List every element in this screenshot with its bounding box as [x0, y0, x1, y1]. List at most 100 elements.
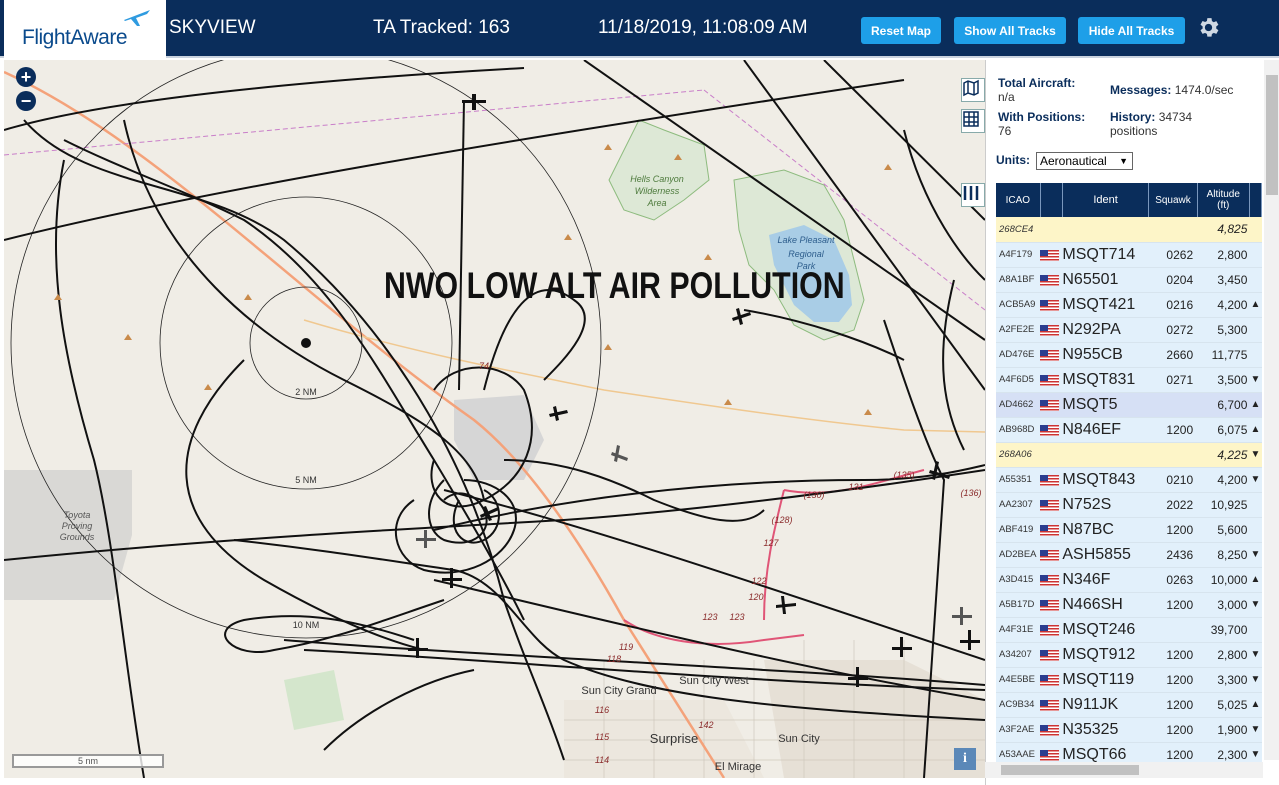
squawk-cell: [1148, 392, 1198, 418]
altitude-trend-icon: ▲: [1249, 392, 1262, 418]
grid-icon: [963, 111, 979, 127]
table-row[interactable]: 268A06 4,225 ▼: [996, 442, 1262, 468]
route-label: 114: [595, 755, 609, 765]
column-flag[interactable]: [1040, 183, 1063, 217]
aircraft-icon: [416, 530, 436, 548]
show-all-tracks-button[interactable]: Show All Tracks: [954, 17, 1066, 44]
column-ident[interactable]: Ident: [1062, 183, 1150, 217]
table-row[interactable]: A2FE2E N292PA 0272 5,300: [996, 317, 1262, 343]
table-row[interactable]: A34207 MSQT912 1200 2,800 ▼: [996, 642, 1262, 668]
us-flag-icon: [1040, 499, 1060, 511]
flag-cell: [1040, 567, 1063, 593]
altitude-cell: 10,925: [1197, 492, 1250, 518]
info-button[interactable]: i: [954, 748, 976, 770]
altitude-cell: 5,600: [1197, 517, 1250, 543]
table-row[interactable]: ABF419 N87BC 1200 5,600: [996, 517, 1262, 543]
table-row[interactable]: A4F31E MSQT246 39,700: [996, 617, 1262, 643]
altitude-trend-icon: [1249, 517, 1262, 543]
table-row[interactable]: 268CE4 4,825: [996, 217, 1262, 243]
altitude-header-label: Altitude: [1206, 189, 1240, 200]
flag-cell: [1040, 392, 1063, 418]
ident-cell: N466SH: [1062, 592, 1149, 618]
altitude-trend-icon: ▲: [1249, 692, 1262, 718]
table-row[interactable]: A8A1BF N65501 0204 3,450: [996, 267, 1262, 293]
table-row[interactable]: AB968D N846EF 1200 6,075 ▲: [996, 417, 1262, 443]
squawk-cell: 1200: [1148, 692, 1198, 718]
route-label: (136): [960, 488, 981, 498]
us-flag-icon: [1040, 674, 1060, 686]
horizontal-scrollbar[interactable]: [985, 762, 1263, 778]
altitude-trend-icon: [1249, 492, 1262, 518]
table-row[interactable]: A4F179 MSQT714 0262 2,800: [996, 242, 1262, 268]
icao-cell: A4F31E: [996, 617, 1041, 643]
altitude-cell: 3,000: [1197, 592, 1250, 618]
map-label: El Mirage: [715, 761, 761, 773]
scrollbar-thumb[interactable]: [1001, 765, 1139, 775]
icao-cell: A8A1BF: [996, 267, 1041, 293]
icao-cell: A3D415: [996, 567, 1041, 593]
aircraft-icon: [952, 607, 972, 625]
gear-icon[interactable]: [1196, 15, 1221, 40]
ident-cell: N346F: [1062, 567, 1149, 593]
us-flag-icon: [1040, 524, 1060, 536]
flag-cell: [1040, 642, 1063, 668]
column-icao[interactable]: ICAO: [996, 183, 1041, 217]
icao-cell: AC9B34: [996, 692, 1041, 718]
route-label: 142: [698, 720, 713, 730]
flag-cell: [1040, 367, 1063, 393]
messages-value: 1474.0/sec: [1174, 83, 1234, 97]
ident-cell: MSQT843: [1062, 467, 1149, 493]
map-layers-button[interactable]: [961, 78, 985, 102]
flag-cell: [1040, 592, 1063, 618]
altitude-trend-icon: [1249, 217, 1262, 243]
scrollbar-thumb[interactable]: [1266, 75, 1278, 195]
columns-toggle-button[interactable]: [961, 183, 985, 207]
aircraft-icon: [960, 630, 980, 650]
table-row[interactable]: AC9B34 N911JK 1200 5,025 ▲: [996, 692, 1262, 718]
squawk-cell: 0262: [1148, 242, 1198, 268]
ident-cell: MSQT246: [1062, 617, 1149, 643]
table-row[interactable]: AD476E N955CB 2660 11,775: [996, 342, 1262, 368]
altitude-cell: 39,700: [1197, 617, 1250, 643]
map-label: Sun City Grand: [581, 685, 656, 697]
flightaware-logo[interactable]: FlightAware: [4, 0, 166, 58]
altitude-trend-icon: [1249, 342, 1262, 368]
zoom-in-button[interactable]: +: [16, 67, 36, 87]
altitude-cell: 2,800: [1197, 242, 1250, 268]
zoom-out-button[interactable]: −: [16, 91, 36, 111]
table-row[interactable]: A4E5BE MSQT119 1200 3,300 ▼: [996, 667, 1262, 693]
table-row[interactable]: A55351 MSQT843 0210 4,200 ▼: [996, 467, 1262, 493]
scale-bar: 5 nm: [12, 754, 164, 768]
column-altitude[interactable]: Altitude (ft): [1197, 183, 1250, 217]
column-squawk[interactable]: Squawk: [1148, 183, 1198, 217]
table-row[interactable]: ACB5A9 MSQT421 0216 4,200 ▲: [996, 292, 1262, 318]
table-row[interactable]: AD4662 MSQT5 6,700 ▲: [996, 392, 1262, 418]
altitude-trend-icon: ▼: [1249, 717, 1262, 743]
total-aircraft-value: n/a: [998, 90, 1015, 104]
reset-map-button[interactable]: Reset Map: [861, 17, 941, 44]
us-flag-icon: [1040, 699, 1060, 711]
altitude-cell: 10,000: [1197, 567, 1250, 593]
table-row[interactable]: A4F6D5 MSQT831 0271 3,500 ▼: [996, 367, 1262, 393]
positions-value: 76: [998, 124, 1012, 138]
table-row[interactable]: AA2307 N752S 2022 10,925: [996, 492, 1262, 518]
ident-cell: MSQT831: [1062, 367, 1149, 393]
squawk-cell: 0263: [1148, 567, 1198, 593]
units-select[interactable]: Aeronautical ▼: [1036, 152, 1133, 170]
table-row[interactable]: AD2BEA ASH5855 2436 8,250 ▼: [996, 542, 1262, 568]
flag-cell: [1040, 467, 1063, 493]
squawk-cell: 2022: [1148, 492, 1198, 518]
map-label: Surprise: [650, 731, 698, 746]
map-view[interactable]: Hells Canyon Wilderness Area Lake Pleasa…: [4, 60, 985, 778]
ident-cell: N955CB: [1062, 342, 1149, 368]
flag-cell: [1040, 542, 1063, 568]
map-canvas: Hells Canyon Wilderness Area Lake Pleasa…: [4, 60, 985, 778]
table-row[interactable]: A5B17D N466SH 1200 3,000 ▼: [996, 592, 1262, 618]
units-selected-value: Aeronautical: [1040, 154, 1107, 168]
table-row[interactable]: A3D415 N346F 0263 10,000 ▲: [996, 567, 1262, 593]
table-row[interactable]: A3F2AE N35325 1200 1,900 ▼: [996, 717, 1262, 743]
hide-all-tracks-button[interactable]: Hide All Tracks: [1078, 17, 1185, 44]
vertical-scrollbar[interactable]: [1264, 60, 1279, 760]
grid-toggle-button[interactable]: [961, 109, 985, 133]
squawk-cell: 1200: [1148, 592, 1198, 618]
